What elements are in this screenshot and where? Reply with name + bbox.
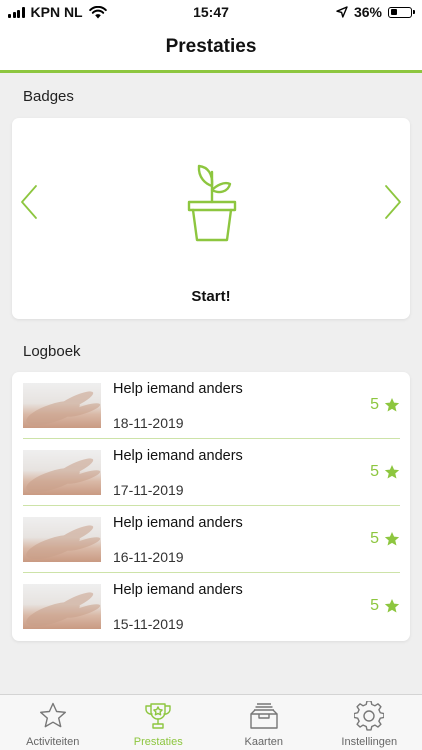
nav-header: Prestaties bbox=[0, 24, 422, 73]
list-item[interactable]: Help iemand anders 15-11-2019 5 bbox=[23, 573, 400, 640]
activity-thumbnail bbox=[23, 383, 101, 428]
tab-instellingen[interactable]: Instellingen bbox=[317, 695, 422, 750]
tab-label: Activiteiten bbox=[26, 736, 80, 748]
tab-label: Instellingen bbox=[341, 736, 398, 748]
card-tray-icon bbox=[250, 703, 278, 729]
activity-thumbnail bbox=[23, 450, 101, 495]
list-item[interactable]: Help iemand anders 17-11-2019 5 bbox=[23, 439, 400, 506]
entry-points: 5 bbox=[370, 530, 400, 548]
gear-icon bbox=[354, 701, 385, 731]
tab-kaarten[interactable]: Kaarten bbox=[211, 695, 317, 750]
trophy-icon bbox=[145, 703, 171, 729]
tab-prestaties[interactable]: Prestaties bbox=[106, 695, 212, 750]
entry-date: 17-11-2019 bbox=[113, 482, 184, 498]
entry-date: 18-11-2019 bbox=[113, 415, 184, 431]
status-bar: KPN NL 15:47 36% bbox=[0, 0, 422, 24]
badges-section-label: Badges bbox=[23, 88, 74, 105]
star-icon bbox=[384, 465, 400, 479]
entry-date: 16-11-2019 bbox=[113, 549, 184, 565]
badge-title: Start! bbox=[191, 288, 231, 305]
chevron-left-icon[interactable] bbox=[19, 184, 39, 220]
entry-title: Help iemand anders bbox=[113, 515, 243, 531]
entry-points: 5 bbox=[370, 597, 400, 615]
list-item[interactable]: Help iemand anders 18-11-2019 5 bbox=[23, 372, 400, 439]
tab-bar: Activiteiten Prestaties Kaarten Instelli… bbox=[0, 694, 422, 750]
entry-title: Help iemand anders bbox=[113, 448, 243, 464]
page-title: Prestaties bbox=[165, 36, 257, 57]
entry-date: 15-11-2019 bbox=[113, 616, 184, 632]
entry-title: Help iemand anders bbox=[113, 381, 243, 397]
plant-icon bbox=[187, 164, 237, 242]
points-value: 5 bbox=[370, 396, 379, 413]
battery-percentage: 36% bbox=[353, 4, 382, 20]
star-icon bbox=[384, 398, 400, 412]
star-icon bbox=[384, 532, 400, 546]
status-right: 36% bbox=[336, 4, 415, 20]
logbook-list: Help iemand anders 18-11-2019 5 Help iem… bbox=[12, 372, 410, 641]
star-icon bbox=[39, 702, 66, 728]
points-value: 5 bbox=[370, 530, 379, 547]
tab-label: Prestaties bbox=[133, 736, 183, 748]
points-value: 5 bbox=[370, 597, 379, 614]
logbook-section-label: Logboek bbox=[23, 343, 81, 360]
chevron-right-icon[interactable] bbox=[383, 184, 403, 220]
battery-level bbox=[390, 9, 398, 15]
star-icon bbox=[384, 599, 400, 613]
location-arrow-icon bbox=[336, 6, 348, 18]
activity-thumbnail bbox=[23, 584, 101, 629]
tab-label: Kaarten bbox=[244, 736, 284, 748]
activity-thumbnail bbox=[23, 517, 101, 562]
points-value: 5 bbox=[370, 463, 379, 480]
list-item[interactable]: Help iemand anders 16-11-2019 5 bbox=[23, 506, 400, 573]
entry-points: 5 bbox=[370, 396, 400, 414]
entry-points: 5 bbox=[370, 463, 400, 481]
badge-carousel: Start! bbox=[12, 118, 410, 319]
battery-icon bbox=[388, 6, 415, 18]
tab-activiteiten[interactable]: Activiteiten bbox=[0, 695, 106, 750]
entry-title: Help iemand anders bbox=[113, 582, 243, 598]
